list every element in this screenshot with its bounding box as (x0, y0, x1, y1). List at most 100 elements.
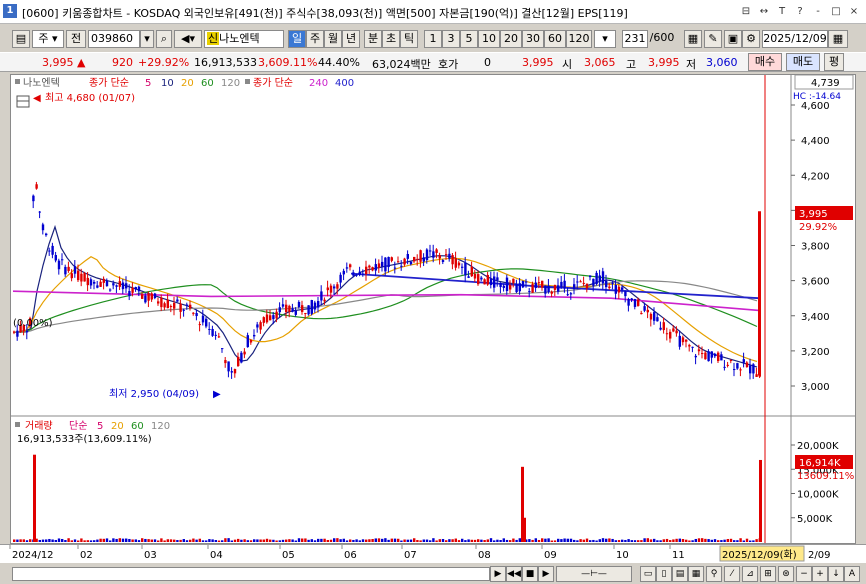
volume-bar (377, 538, 381, 542)
volume-bar (313, 540, 317, 542)
grid-icon[interactable]: ▦ (684, 30, 702, 48)
candle-body (403, 258, 406, 265)
volume-bar (358, 540, 361, 542)
credit-badge: 신 (207, 32, 220, 45)
calendar-icon[interactable]: ▦ (828, 30, 848, 48)
candle-body (550, 291, 553, 294)
hoga-label: 호가 (438, 58, 459, 71)
auto-icon[interactable]: A (844, 566, 860, 582)
layout-1-icon[interactable]: ▭ (640, 566, 656, 582)
min-120[interactable]: 120 (566, 30, 592, 48)
close-button[interactable]: × (846, 4, 862, 19)
chart-type-icon[interactable]: ▤ (12, 30, 30, 48)
save-icon[interactable]: ▣ (724, 30, 742, 48)
tools-icon[interactable]: ✎ (704, 30, 722, 48)
price-tick-label: 3,600 (801, 277, 830, 288)
min-3[interactable]: 3 (442, 30, 460, 48)
buy-button[interactable]: 매수 (748, 53, 782, 71)
custom-period-input[interactable]: ▾ (594, 30, 616, 48)
min-60[interactable]: 60 (544, 30, 566, 48)
scroll-right-icon[interactable]: ▶ (490, 566, 506, 582)
min-20[interactable]: 20 (500, 30, 522, 48)
candle-body (521, 281, 525, 288)
current-price: 3,995 ▲ (42, 56, 86, 69)
chart-svg[interactable]: 나노엔텍 종가 단순 5 10 20 60 120 종가 단순 240 400 … (11, 75, 855, 543)
min-5[interactable]: 5 (460, 30, 478, 48)
stock-code-input[interactable]: 039860 (88, 30, 140, 48)
volume-bar (259, 539, 262, 542)
minimize-button[interactable]: - (810, 4, 826, 19)
sell-button[interactable]: 매도 (786, 53, 820, 71)
candle-body (611, 282, 614, 284)
legend-ma60: 60 (201, 78, 214, 89)
volume-bar (265, 538, 269, 542)
candle-body (230, 371, 233, 373)
gear-icon[interactable]: ⚙ (742, 30, 760, 48)
volume-bar (185, 540, 189, 542)
tool-5-icon[interactable]: ⊛ (778, 566, 794, 582)
volume-bar (441, 538, 445, 542)
zoom-in-icon[interactable]: + (812, 566, 828, 582)
candle-body (752, 364, 755, 374)
layout-4-icon[interactable]: ▦ (688, 566, 704, 582)
tool-1-icon[interactable]: ⚲ (706, 566, 722, 582)
volume-bar (505, 539, 509, 542)
volume-bar (297, 538, 301, 542)
volume-bar (598, 539, 601, 542)
date-input[interactable]: 2025/12/09 (762, 30, 828, 48)
zoom-slider[interactable]: —⊢— (556, 566, 632, 582)
period-week[interactable]: 주 (306, 30, 324, 48)
stop-icon[interactable]: ■ (522, 566, 538, 582)
volume-bar (144, 538, 147, 542)
layout-2-icon[interactable]: ▯ (656, 566, 672, 582)
volume-bar (115, 538, 118, 542)
volume-bar (326, 539, 329, 542)
period-tick[interactable]: 틱 (400, 30, 418, 48)
min-10[interactable]: 10 (478, 30, 500, 48)
layout-icon[interactable]: ⊟ (738, 4, 754, 19)
vol-legend-ma-label: 단순 (69, 420, 87, 432)
scroll-track[interactable] (12, 567, 490, 581)
period-day[interactable]: 일 (288, 30, 306, 48)
prev-button[interactable]: 전 (66, 30, 86, 48)
sound-icon[interactable]: ◀▾ (174, 30, 202, 48)
maximize-button[interactable]: □ (828, 4, 844, 19)
volume-bar (710, 539, 713, 542)
zoom-out-icon[interactable]: − (796, 566, 812, 582)
period-year[interactable]: 년 (342, 30, 360, 48)
min-30[interactable]: 30 (522, 30, 544, 48)
volume-bar (278, 540, 281, 542)
chart-area[interactable]: 나노엔텍 종가 단순 5 10 20 60 120 종가 단순 240 400 … (10, 74, 856, 544)
code-dropdown-icon[interactable]: ▾ (140, 30, 154, 48)
stock-name-field[interactable]: 신나노엔텍 (204, 30, 284, 48)
candle-body (134, 287, 137, 290)
flat-button[interactable]: 평 (824, 53, 844, 71)
rewind-icon[interactable]: ◀◀ (506, 566, 522, 582)
count-input[interactable]: 231 (622, 30, 648, 48)
search-icon[interactable]: ⌕ (156, 30, 172, 48)
period-minute[interactable]: 분 (364, 30, 382, 48)
volume-tick-label: 10,000K (797, 490, 839, 501)
tool-2-icon[interactable]: ⁄ (724, 566, 740, 582)
layout-3-icon[interactable]: ▤ (672, 566, 688, 582)
volume-bar (19, 539, 22, 542)
volume-bar (544, 538, 547, 542)
min-1[interactable]: 1 (424, 30, 442, 48)
volume-bar (672, 539, 675, 542)
volume-bar (448, 539, 451, 542)
volume-bar (717, 540, 720, 542)
play-icon[interactable]: ▶ (538, 566, 554, 582)
candle-body (105, 280, 109, 287)
period-month[interactable]: 월 (324, 30, 342, 48)
market-select[interactable]: 주 ▾ (32, 30, 64, 48)
help-icon[interactable]: ? (792, 4, 808, 19)
period-second[interactable]: 초 (382, 30, 400, 48)
tool-4-icon[interactable]: ⊞ (760, 566, 776, 582)
candle-body (525, 281, 528, 283)
text-icon[interactable]: T (774, 4, 790, 19)
link-icon[interactable]: ↔ (756, 4, 772, 19)
candle-body (275, 311, 278, 319)
tool-3-icon[interactable]: ⊿ (742, 566, 758, 582)
candle-body (361, 273, 365, 275)
move-down-icon[interactable]: ↓ (828, 566, 844, 582)
